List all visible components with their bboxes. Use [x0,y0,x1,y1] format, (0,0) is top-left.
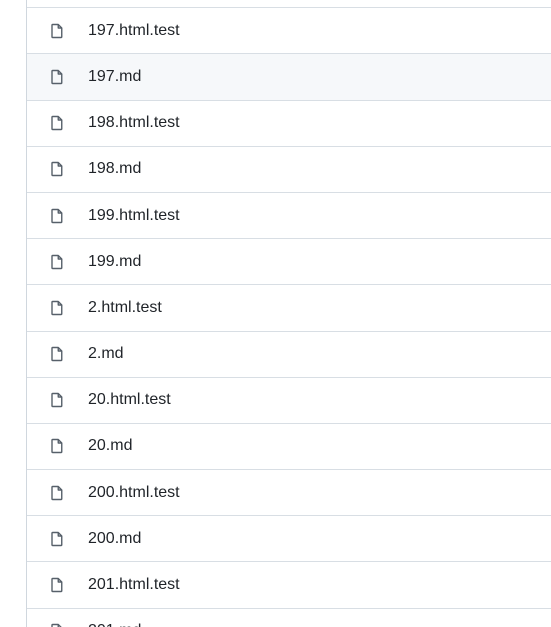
file-name-link[interactable]: 199.html.test [88,207,180,225]
file-row[interactable]: 199.md [27,238,551,285]
file-icon [49,577,65,593]
file-list: 196.md 197.html.test 197.md 198.html.tes… [26,0,551,627]
file-name-link[interactable]: 20.html.test [88,391,171,409]
file-name-link[interactable]: 198.md [88,160,141,178]
file-row[interactable]: 20.md [27,422,551,470]
file-name-link[interactable]: 197.md [88,68,141,86]
file-icon [49,69,65,85]
file-icon [49,531,65,547]
file-row[interactable]: 201.html.test [27,561,551,608]
file-row[interactable]: 197.html.test [27,7,551,54]
file-icon [49,254,65,270]
file-name-link[interactable]: 200.md [88,530,141,548]
file-row[interactable]: 201.md [27,607,551,627]
file-row[interactable]: 197.md [27,53,551,100]
file-row[interactable]: 196.md [27,0,551,8]
file-row[interactable]: 199.html.test [27,191,551,239]
file-name-link[interactable]: 2.md [88,345,124,363]
file-icon [49,300,65,316]
file-row[interactable]: 2.html.test [27,284,551,331]
file-name-link[interactable]: 197.html.test [88,22,180,40]
file-row[interactable]: 20.html.test [27,376,551,423]
file-name-link[interactable]: 201.md [88,622,141,627]
file-icon [49,115,65,131]
file-browser-viewport: 196.md 197.html.test 197.md 198.html.tes… [0,0,551,627]
file-name-link[interactable]: 198.html.test [88,114,180,132]
file-row[interactable]: 200.html.test [27,469,551,516]
file-name-link[interactable]: 201.html.test [88,576,180,594]
file-name-link[interactable]: 199.md [88,253,141,271]
file-icon [49,23,65,39]
file-icon [49,438,65,454]
file-name-link[interactable]: 200.html.test [88,484,180,502]
file-row[interactable]: 198.md [27,145,551,192]
file-name-link[interactable]: 20.md [88,437,132,455]
file-icon [49,623,65,627]
file-icon [49,392,65,408]
file-row[interactable]: 200.md [27,515,551,562]
file-name-link[interactable]: 2.html.test [88,299,162,317]
file-row[interactable]: 198.html.test [27,99,551,146]
file-icon [49,161,65,177]
file-icon [49,485,65,501]
file-icon [49,208,65,224]
file-icon [49,346,65,362]
file-row[interactable]: 2.md [27,330,551,377]
